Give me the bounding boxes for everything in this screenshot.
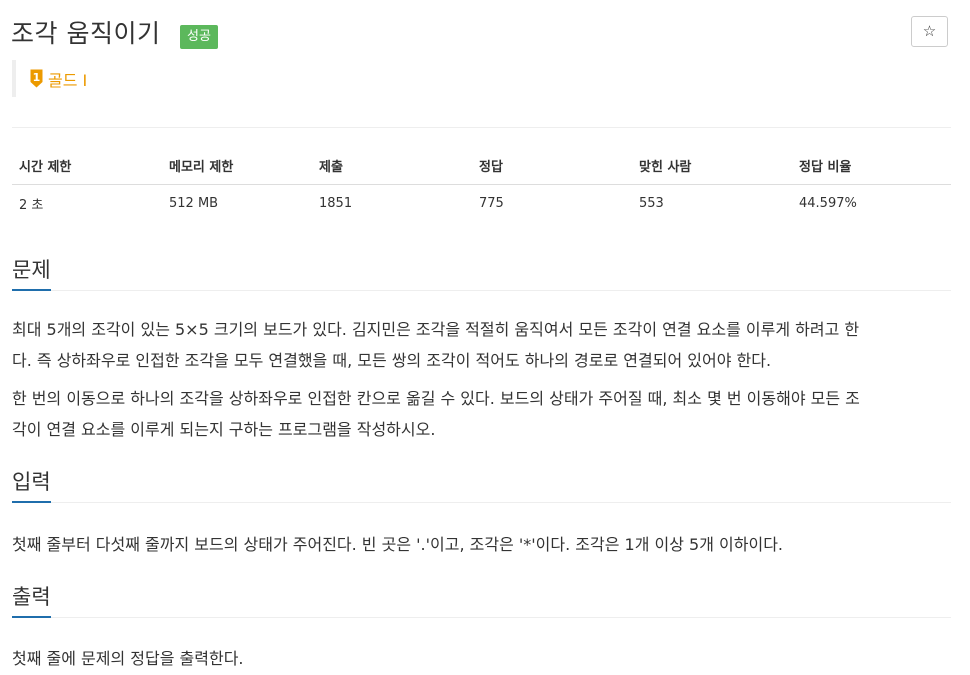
table-row: 2 초 512 MB 1851 775 553 44.597% <box>12 185 951 223</box>
input-paragraph: 첫째 줄부터 다섯째 줄까지 보드의 상태가 주어진다. 빈 곳은 '.'이고,… <box>12 535 783 554</box>
problem-info-table: 시간 제한 메모리 제한 제출 정답 맞힌 사람 정답 비율 2 초 512 M… <box>12 147 951 222</box>
header-accepted: 정답 <box>472 147 632 185</box>
value-solved-users: 553 <box>639 196 664 211</box>
header-submissions: 제출 <box>312 147 472 185</box>
section-divider <box>12 617 951 618</box>
header-solved-users: 맞힌 사람 <box>632 147 792 185</box>
status-badge: 성공 <box>180 25 218 49</box>
divider <box>12 127 951 128</box>
description-paragraph-1: 최대 5개의 조각이 있는 5×5 크기의 보드가 있다. 김지민은 조각을 적… <box>12 314 947 376</box>
tier-block: 1 골드 I <box>12 60 87 97</box>
description-line: 각이 연결 요소를 이루게 되는지 구하는 프로그램을 작성하시오. <box>12 420 436 439</box>
output-paragraph: 첫째 줄에 문제의 정답을 출력한다. <box>12 649 244 668</box>
section-divider <box>12 290 951 291</box>
problem-title: 조각 움직이기 <box>11 19 161 48</box>
description-line: 한 번의 이동으로 하나의 조각을 상하좌우로 인접한 칸으로 옮길 수 있다.… <box>12 389 860 408</box>
section-accent <box>12 501 51 503</box>
section-accent <box>12 616 51 618</box>
section-title-input: 입력 <box>12 470 51 494</box>
section-accent <box>12 289 51 291</box>
header-accept-ratio: 정답 비율 <box>792 147 951 185</box>
header-memory-limit: 메모리 제한 <box>162 147 312 185</box>
description-paragraph-2: 한 번의 이동으로 하나의 조각을 상하좌우로 인접한 칸으로 옮길 수 있다.… <box>12 383 947 445</box>
section-title-description: 문제 <box>12 258 51 282</box>
star-button[interactable]: ☆ <box>911 16 948 47</box>
section-title-output: 출력 <box>12 585 51 609</box>
header-time-limit: 시간 제한 <box>12 147 162 185</box>
value-submissions: 1851 <box>319 196 353 211</box>
value-accept-ratio: 44.597% <box>799 196 857 211</box>
value-time-limit: 2 초 <box>19 198 44 213</box>
tier-label[interactable]: 골드 I <box>48 67 87 91</box>
value-accepted: 775 <box>479 196 504 211</box>
description-line: 다. 즉 상하좌우로 인접한 조각을 모두 연결했을 때, 모든 쌍의 조각이 … <box>12 351 772 370</box>
value-memory-limit: 512 MB <box>169 196 219 211</box>
star-outline-icon: ☆ <box>922 22 937 40</box>
tier-number: 1 <box>33 71 41 84</box>
tier-gold-medal-icon[interactable]: 1 <box>30 69 43 88</box>
section-divider <box>12 502 951 503</box>
table-header-row: 시간 제한 메모리 제한 제출 정답 맞힌 사람 정답 비율 <box>12 147 951 185</box>
description-line: 최대 5개의 조각이 있는 5×5 크기의 보드가 있다. 김지민은 조각을 적… <box>12 320 860 339</box>
